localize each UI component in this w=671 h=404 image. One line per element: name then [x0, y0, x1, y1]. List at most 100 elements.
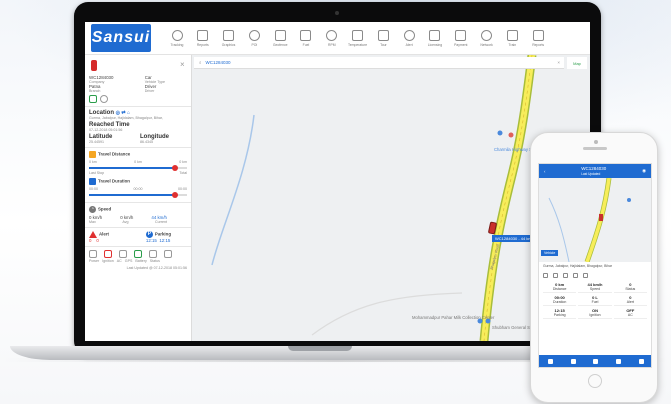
- phone-stat-cell: 0 L Fuel: [578, 295, 612, 306]
- nav-item-label: Temperature: [348, 42, 368, 47]
- nav-item-label: Network: [480, 42, 493, 47]
- share-tab-icon[interactable]: [616, 358, 622, 364]
- nav-item-temperature[interactable]: Temperature: [346, 29, 370, 47]
- home-tab-icon[interactable]: [547, 358, 553, 364]
- ac-label: AC: [116, 259, 122, 263]
- duration-progress: [89, 192, 187, 198]
- phone-stat-label: Alert: [626, 299, 634, 304]
- nav-item-train[interactable]: Train: [500, 29, 524, 47]
- notes-icon: [532, 29, 544, 41]
- phone-stat-label: Distance: [552, 286, 567, 291]
- phone-home-button[interactable]: [588, 374, 602, 388]
- battery-label: Battery: [135, 259, 147, 263]
- phone-stat-cell: 00:00 Duration: [543, 295, 577, 306]
- last-updated: Last Updated @ 07-12-2018 05:01:56: [126, 266, 187, 270]
- map-toggle-button[interactable]: Map: [567, 57, 587, 69]
- info-icon[interactable]: [583, 272, 588, 278]
- duration-end: 00:00: [178, 187, 187, 191]
- distance-icon: [89, 151, 96, 158]
- laptop-base: [10, 346, 610, 360]
- phone-stat-cell: OFF AC: [613, 308, 647, 319]
- close-icon[interactable]: ×: [180, 60, 185, 69]
- phone-stat-cell: 44 km/h Speed: [578, 282, 612, 293]
- nav-item-label: Alert: [405, 42, 413, 47]
- temperature-icon: [352, 29, 364, 41]
- app-logo[interactable]: Sansui: [91, 24, 151, 52]
- speed-avg-caption: Avg: [122, 220, 129, 224]
- distance-end: 0 km: [179, 160, 187, 164]
- nav-item-payment[interactable]: Payment: [449, 29, 473, 47]
- phone-stat-cell: ON Ignition: [578, 308, 612, 319]
- nav-item-alert[interactable]: Alert: [397, 29, 421, 47]
- phone-stat-label: Status: [625, 286, 636, 291]
- phone-vehicle-label: Vehicle: [541, 250, 559, 256]
- vehicle-tab-icon[interactable]: [593, 358, 599, 364]
- nav-item-reports[interactable]: Reports: [191, 29, 215, 47]
- location-icon: [171, 29, 183, 41]
- nav-item-label: Licensing: [427, 42, 443, 47]
- phone-location-text: Gurma, Jabalpur, Hajidalam, Bhagalpur, B…: [543, 264, 612, 268]
- distance-start: 0 km: [89, 160, 97, 164]
- nav-item-rpm[interactable]: RPM: [320, 29, 344, 47]
- train-icon: [506, 29, 518, 41]
- nav-item-geofence[interactable]: Geofence: [268, 29, 292, 47]
- geofence-icon: [274, 29, 286, 41]
- history-icon[interactable]: [553, 272, 558, 278]
- nav-item-tracking[interactable]: Tracking: [165, 29, 189, 47]
- camera-dot: [335, 11, 339, 15]
- share-icon[interactable]: [543, 272, 548, 278]
- clear-icon[interactable]: ×: [557, 60, 560, 65]
- eye-icon[interactable]: ◉: [642, 168, 646, 174]
- status-icon: [164, 250, 172, 258]
- nav-item-reports[interactable]: Reports: [526, 29, 550, 47]
- poi-icon: [248, 29, 260, 41]
- speed-current-caption: Current: [155, 220, 167, 224]
- ignition-icon: [100, 95, 108, 103]
- nav-item-label: Train: [508, 42, 517, 47]
- search-value: WC1284030: [205, 60, 231, 65]
- phone-stat-label: Parking: [553, 312, 566, 317]
- phone-stat-label: Duration: [553, 299, 567, 304]
- phone-stat-label: Speed: [589, 286, 601, 291]
- distance-mid: 0 km: [134, 160, 142, 164]
- phone-map[interactable]: Vehicle: [539, 178, 651, 262]
- payment-icon: [455, 29, 467, 41]
- alert-icon: [403, 29, 415, 41]
- search-icon: ⌕: [199, 60, 202, 65]
- nav-item-graphics[interactable]: Graphics: [217, 29, 241, 47]
- menu-tab-icon[interactable]: [639, 358, 645, 364]
- nav-item-label: Graphics: [221, 42, 236, 47]
- longitude-value: 86.4345: [140, 140, 153, 144]
- travel-duration-label: Travel Duration: [98, 178, 130, 184]
- nav-item-licensing[interactable]: Licensing: [423, 29, 447, 47]
- travel-distance-label: Travel Distance: [98, 151, 131, 157]
- nav-item-fuel[interactable]: Fuel: [294, 29, 318, 47]
- rpm-icon: [326, 29, 338, 41]
- latitude-value: 25.44591: [89, 140, 104, 144]
- alert-value-2: 0: [96, 238, 99, 243]
- back-icon[interactable]: ‹: [544, 169, 546, 174]
- nav-item-label: Fuel: [302, 42, 310, 47]
- phone-stat-cell: 12:15 Parking: [543, 308, 577, 319]
- duration-mid: 00:00: [133, 187, 143, 191]
- duration-start: 00:00: [89, 187, 98, 191]
- vehicle-sidebar: × WC1284030 Company Patna Branch Car Veh…: [85, 55, 192, 341]
- phone-screen: ‹ WC1284030 Last Updated ◉ Vehicle Gurma,…: [538, 163, 652, 368]
- network-icon: [481, 29, 493, 41]
- alarm-icon[interactable]: [573, 272, 578, 278]
- nav-item-network[interactable]: Network: [475, 29, 499, 47]
- power-label: Power: [89, 259, 100, 263]
- alert-icon: [89, 231, 97, 238]
- vehicle-search-bar[interactable]: ⌕ WC1284030 ×: [194, 57, 564, 69]
- nav-item-label: POI: [251, 42, 258, 47]
- parking-value-1: 12:15: [145, 238, 157, 243]
- nav-item-label: Reports: [532, 42, 545, 47]
- play-tab-icon[interactable]: [570, 358, 576, 364]
- gps-label: GPS: [124, 259, 133, 263]
- nav-item-tour[interactable]: Tour: [371, 29, 395, 47]
- route-icon[interactable]: [563, 272, 568, 278]
- phone-speaker: [583, 147, 607, 150]
- speed-max-caption: Max: [89, 220, 96, 224]
- nav-item-poi[interactable]: POI: [242, 29, 266, 47]
- phone-device: ‹ WC1284030 Last Updated ◉ Vehicle Gurma,…: [530, 132, 658, 403]
